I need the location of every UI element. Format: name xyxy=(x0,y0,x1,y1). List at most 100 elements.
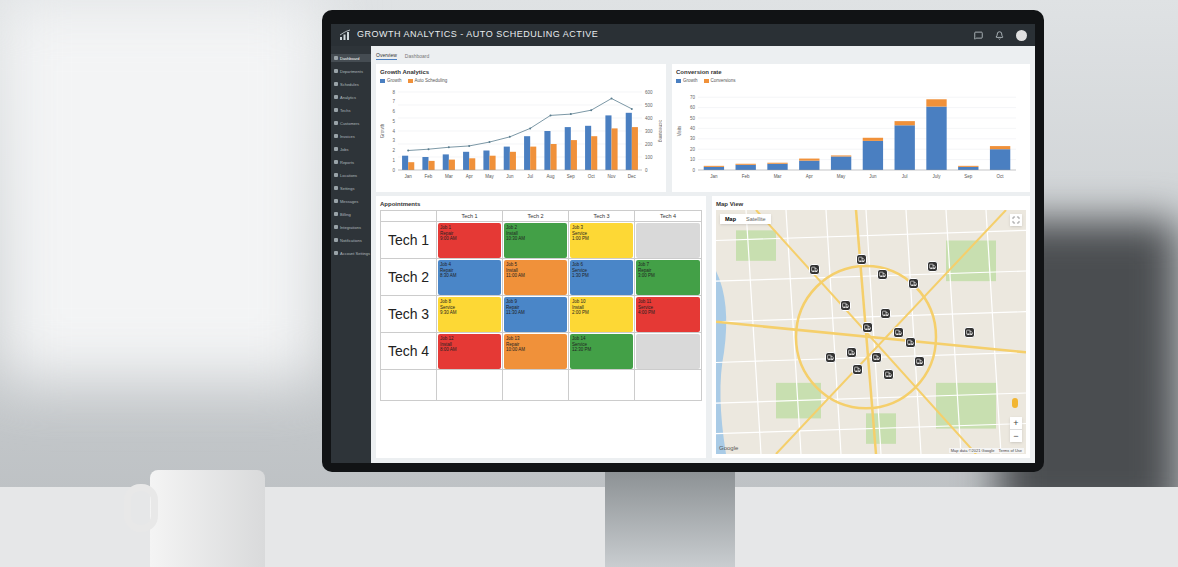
van-pin[interactable] xyxy=(846,347,857,358)
tab[interactable]: Dashboard xyxy=(405,53,429,60)
sidebar-item[interactable]: Schedules xyxy=(331,80,371,88)
legend-swatch xyxy=(704,79,709,83)
appointment-cell[interactable]: Job 9Repair11:30 AM xyxy=(503,296,569,333)
legend-swatch xyxy=(676,79,681,83)
sidebar-item[interactable]: Dashboard xyxy=(331,54,371,62)
appointment-cell xyxy=(635,333,701,370)
appointment-cell[interactable]: Job 13Repair10:00 AM xyxy=(503,333,569,370)
appointment-cell[interactable]: Job 4Repair8:30 AM xyxy=(437,259,503,296)
van-pin[interactable] xyxy=(871,352,882,363)
svg-text:8: 8 xyxy=(392,90,395,95)
van-pin[interactable] xyxy=(914,356,925,367)
van-pin[interactable] xyxy=(893,327,904,338)
sidebar-item[interactable]: Locations xyxy=(331,171,371,179)
chat-icon[interactable] xyxy=(974,31,983,40)
menu-icon xyxy=(334,147,338,151)
van-pin[interactable] xyxy=(880,308,891,319)
sidebar-item[interactable]: Departments xyxy=(331,67,371,75)
svg-text:Aug: Aug xyxy=(546,174,555,179)
van-pin[interactable] xyxy=(852,364,863,375)
sidebar-item[interactable]: Billing xyxy=(331,210,371,218)
sidebar: Dashboard Departments Schedules Analytics Te… xyxy=(331,46,371,463)
sidebar-item[interactable]: Analytics xyxy=(331,93,371,101)
van-pin[interactable] xyxy=(856,254,867,265)
svg-text:Nov: Nov xyxy=(607,174,616,179)
row-label xyxy=(381,370,437,400)
zoom-in-button[interactable]: + xyxy=(1010,417,1022,429)
sidebar-item[interactable]: Account Settings xyxy=(331,249,371,257)
sidebar-item[interactable]: Integrations xyxy=(331,223,371,231)
van-pin[interactable] xyxy=(905,337,916,348)
sidebar-item[interactable]: Messages xyxy=(331,197,371,205)
appointment-cell[interactable]: Job 1Repair9:00 AM xyxy=(437,222,503,259)
svg-text:Visits: Visits xyxy=(677,125,682,136)
svg-text:Apr: Apr xyxy=(466,174,474,179)
appointment-cell[interactable]: Job 5Install11:00 AM xyxy=(503,259,569,296)
sidebar-item[interactable]: Reports xyxy=(331,158,371,166)
van-pin[interactable] xyxy=(877,269,888,280)
growth-chart: 0100200300400500600012345678GrowthSchedu… xyxy=(380,86,662,186)
map-canvas[interactable]: MapSatellite+−GoogleMap data ©2021 Googl… xyxy=(716,210,1026,454)
sidebar-item[interactable]: Notifications xyxy=(331,236,371,244)
bell-icon[interactable] xyxy=(995,31,1004,40)
van-pin[interactable] xyxy=(964,327,975,338)
appointment-cell[interactable]: Job 2Install10:30 AM xyxy=(503,222,569,259)
map-type-button[interactable]: Map xyxy=(720,214,741,224)
grid-row: Tech 4Job 12Install8:00 AMJob 13Repair10… xyxy=(381,333,701,370)
van-pin[interactable] xyxy=(825,352,836,363)
van-pin[interactable] xyxy=(809,264,820,275)
svg-text:Jan: Jan xyxy=(710,174,718,179)
sidebar-item[interactable]: Settings xyxy=(331,184,371,192)
menu-icon xyxy=(334,212,338,216)
svg-text:May: May xyxy=(485,174,494,179)
truck-icon xyxy=(864,324,871,331)
truck-icon xyxy=(885,371,892,378)
sidebar-item[interactable]: Customers xyxy=(331,119,371,127)
zoom-out-button[interactable]: − xyxy=(1010,429,1022,442)
van-pin[interactable] xyxy=(908,278,919,289)
appointment-cell xyxy=(437,370,503,400)
svg-text:60: 60 xyxy=(690,105,696,110)
appointment-cell[interactable]: Job 8Service9:30 AM xyxy=(437,296,503,333)
map-panel: Map ViewMapSatellite+−GoogleMap data ©20… xyxy=(712,196,1030,458)
van-pin[interactable] xyxy=(840,300,851,311)
svg-text:600: 600 xyxy=(645,90,653,95)
legend-swatch xyxy=(380,79,385,83)
map-type-button[interactable]: Satellite xyxy=(741,214,771,224)
svg-text:Mar: Mar xyxy=(774,174,782,179)
tab[interactable]: Overview xyxy=(376,52,397,60)
avatar-icon[interactable] xyxy=(1016,30,1027,41)
appointment-cell[interactable]: Job 14Service12:30 PM xyxy=(569,333,635,370)
appointment-cell[interactable]: Job 3Service1:00 PM xyxy=(569,222,635,259)
schedule-grid: Tech 1Tech 2Tech 3Tech 4Tech 1Job 1Repai… xyxy=(380,210,702,401)
sidebar-item[interactable]: Invoices xyxy=(331,132,371,140)
svg-text:May: May xyxy=(837,174,846,179)
panel-title: Map View xyxy=(716,200,1026,208)
appointment-cell[interactable]: Job 7Repair3:00 PM xyxy=(635,259,701,296)
fullscreen-button[interactable] xyxy=(1010,214,1022,226)
svg-text:Oct: Oct xyxy=(588,174,596,179)
menu-icon xyxy=(334,251,338,255)
van-pin[interactable] xyxy=(862,322,873,333)
row-label: Tech 1 xyxy=(381,222,437,259)
svg-text:70: 70 xyxy=(690,95,696,100)
app-title: GROWTH ANALYTICS - AUTO SCHEDULING ACTIV… xyxy=(357,28,598,42)
menu-icon xyxy=(334,238,338,242)
appointment-cell[interactable]: Job 11Service4:00 PM xyxy=(635,296,701,333)
pegman-icon[interactable] xyxy=(1012,398,1018,408)
sidebar-item[interactable]: Jobs xyxy=(331,145,371,153)
appointment-cell[interactable]: Job 6Service1:30 PM xyxy=(569,259,635,296)
terms-link[interactable]: Terms of Use xyxy=(998,448,1022,453)
svg-text:4: 4 xyxy=(392,129,395,134)
appointment-cell[interactable]: Job 12Install8:00 AM xyxy=(437,333,503,370)
svg-text:Growth: Growth xyxy=(380,123,385,138)
appointment-cell[interactable]: Job 10Install2:00 PM xyxy=(569,296,635,333)
appointment-cell xyxy=(569,370,635,400)
sidebar-item[interactable]: Techs xyxy=(331,106,371,114)
window-glow xyxy=(0,0,320,380)
top-bar: GROWTH ANALYTICS - AUTO SCHEDULING ACTIV… xyxy=(331,24,1035,46)
menu-icon xyxy=(334,82,338,86)
legend-swatch xyxy=(408,79,413,83)
van-pin[interactable] xyxy=(927,261,938,272)
van-pin[interactable] xyxy=(883,369,894,380)
